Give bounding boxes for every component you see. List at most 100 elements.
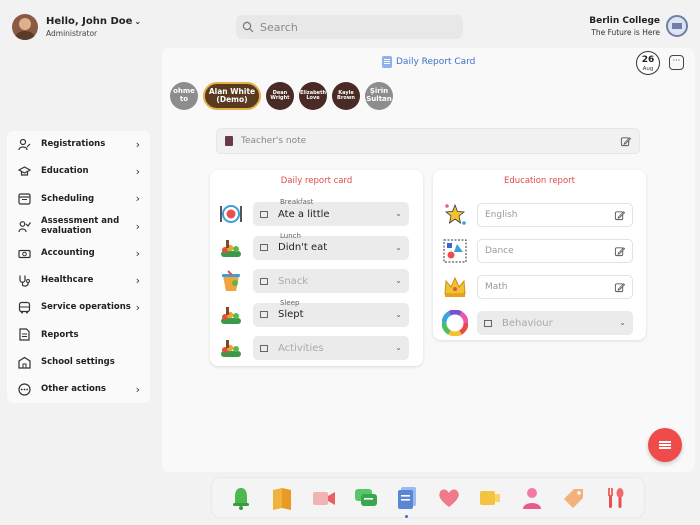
search-input[interactable]: Search bbox=[236, 15, 463, 39]
dock-book[interactable] bbox=[268, 484, 296, 512]
chevron-right-icon: › bbox=[135, 138, 140, 152]
teacher-note-field[interactable]: Teacher's note bbox=[216, 128, 640, 154]
daily-report-row: Lunch Didn't eat ⌄ bbox=[218, 232, 409, 261]
date-month: Aug bbox=[642, 66, 654, 72]
dock-daily-report[interactable] bbox=[393, 484, 421, 518]
sidebar-item-scheduling[interactable]: Scheduling › bbox=[7, 185, 150, 212]
more-options-button[interactable]: ··· bbox=[669, 55, 684, 70]
sidebar-item-service-operations[interactable]: Service operations › bbox=[7, 294, 150, 321]
daily-report-title: Daily report card bbox=[280, 176, 353, 186]
field-value: Slept bbox=[278, 309, 304, 320]
edit-icon[interactable] bbox=[614, 246, 625, 257]
college-name: Berlin College bbox=[589, 16, 660, 26]
report-icon bbox=[17, 328, 31, 342]
education-report-row: Math bbox=[442, 274, 633, 300]
student-avatar[interactable]: ohme to bbox=[170, 82, 198, 110]
sidebar-item-education[interactable]: Education › bbox=[7, 158, 150, 185]
daily-report-icon bbox=[398, 486, 417, 509]
bus-icon bbox=[17, 301, 31, 315]
dock-heart[interactable] bbox=[435, 484, 463, 512]
greeting: Hello, John Doe bbox=[46, 16, 133, 27]
chevron-right-icon: › bbox=[135, 165, 140, 179]
sidebar-item-label: School settings bbox=[41, 356, 115, 367]
list-icon bbox=[260, 311, 268, 318]
sidebar-item-school-settings[interactable]: School settings bbox=[7, 349, 150, 376]
sidebar-item-healthcare[interactable]: Healthcare › bbox=[7, 267, 150, 294]
field-label: Breakfast bbox=[280, 198, 314, 206]
menu-fab-button[interactable] bbox=[648, 428, 682, 462]
more-actions-icon bbox=[17, 382, 31, 396]
list-icon bbox=[260, 244, 268, 251]
tag-icon bbox=[563, 488, 583, 508]
sidebar-item-accounting[interactable]: Accounting › bbox=[7, 240, 150, 267]
daily-report-select[interactable]: Snack ⌄ bbox=[253, 269, 409, 293]
sidebar-item-other-actions[interactable]: Other actions › bbox=[7, 376, 150, 403]
student-avatar[interactable]: Alan White (Demo) bbox=[203, 82, 261, 110]
assessment-icon bbox=[17, 219, 31, 233]
dock-chat[interactable] bbox=[352, 484, 380, 512]
stars-icon bbox=[444, 203, 466, 225]
sidebar-item-label: Scheduling bbox=[41, 193, 95, 204]
money-icon bbox=[17, 246, 31, 260]
main-panel: Daily Report Card 26 Aug ··· ohme to Alan… bbox=[162, 48, 695, 472]
chevron-right-icon: › bbox=[135, 246, 140, 260]
dock-video[interactable] bbox=[310, 484, 338, 512]
edit-icon[interactable] bbox=[614, 282, 625, 293]
hamburger-icon bbox=[659, 444, 671, 446]
sleep-icon bbox=[221, 306, 241, 324]
list-icon bbox=[484, 319, 492, 327]
edit-icon[interactable] bbox=[620, 136, 631, 147]
teacher-note-placeholder: Teacher's note bbox=[241, 136, 307, 146]
chevron-down-icon: ⌄ bbox=[395, 209, 402, 218]
sidebar-item-registrations[interactable]: Registrations › bbox=[7, 131, 150, 158]
behaviour-select[interactable]: Behaviour ⌄ bbox=[477, 311, 633, 335]
report-card-icon bbox=[382, 56, 392, 68]
student-avatar[interactable]: Şirin Sultan bbox=[365, 82, 393, 110]
dock-person[interactable] bbox=[518, 484, 546, 512]
date-picker-button[interactable]: 26 Aug bbox=[636, 51, 660, 75]
chevron-down-icon: ⌄ bbox=[134, 17, 142, 26]
daily-report-row: Snack ⌄ bbox=[218, 268, 409, 294]
behaviour-row: Behaviour ⌄ bbox=[442, 310, 633, 336]
education-report-row: English bbox=[442, 202, 633, 228]
chat-icon bbox=[354, 488, 377, 506]
college-slogan: The Future is Here bbox=[591, 28, 660, 37]
student-avatar[interactable]: Elizabeth Love bbox=[299, 82, 327, 110]
dock-bell[interactable] bbox=[227, 484, 255, 512]
avatar bbox=[12, 14, 38, 40]
sidebar-item-assessment-and-evaluation[interactable]: Assessment and evaluation › bbox=[7, 213, 150, 240]
daily-report-select[interactable]: Breakfast Ate a little ⌄ bbox=[253, 198, 409, 226]
college-logo bbox=[666, 15, 688, 37]
user-menu[interactable]: Hello, John Doe ⌄ Administrator bbox=[12, 14, 141, 40]
student-avatar[interactable]: Dean Wright bbox=[266, 82, 294, 110]
daily-report-select[interactable]: Sleep Slept ⌄ bbox=[253, 299, 409, 327]
list-icon bbox=[260, 210, 268, 218]
education-input[interactable]: Dance bbox=[477, 239, 633, 263]
page-title: Daily Report Card bbox=[382, 56, 475, 68]
activities-icon bbox=[221, 340, 241, 357]
education-input[interactable]: Math bbox=[477, 275, 633, 299]
meal-icon bbox=[221, 239, 241, 257]
field-value: Ate a little bbox=[278, 208, 330, 220]
college-info: Berlin College The Future is Here bbox=[589, 16, 660, 37]
daily-report-select[interactable]: Activities ⌄ bbox=[253, 336, 409, 360]
sidebar-item-label: Healthcare bbox=[41, 275, 94, 286]
school-icon bbox=[17, 355, 31, 369]
sidebar-item-label: Accounting bbox=[41, 248, 95, 259]
daily-report-select[interactable]: Lunch Didn't eat ⌄ bbox=[253, 232, 409, 260]
dock-tag[interactable] bbox=[560, 484, 588, 512]
education-report-card: Education report English Dance Math Behavi… bbox=[433, 170, 646, 340]
calendar-icon bbox=[17, 192, 31, 206]
dock-media[interactable] bbox=[476, 484, 504, 512]
notebook-icon bbox=[225, 136, 233, 146]
chevron-down-icon: ⌄ bbox=[395, 276, 402, 285]
sidebar-item-reports[interactable]: Reports bbox=[7, 321, 150, 348]
field-value: Activities bbox=[278, 342, 324, 354]
student-avatar[interactable]: Kayle Brown bbox=[332, 82, 360, 110]
edit-icon[interactable] bbox=[614, 210, 625, 221]
education-input[interactable]: English bbox=[477, 203, 633, 227]
dock-food[interactable] bbox=[601, 484, 629, 512]
sidebar-item-label: Other actions bbox=[41, 383, 106, 394]
stethoscope-icon bbox=[17, 274, 31, 288]
field-label: Sleep bbox=[280, 298, 300, 307]
